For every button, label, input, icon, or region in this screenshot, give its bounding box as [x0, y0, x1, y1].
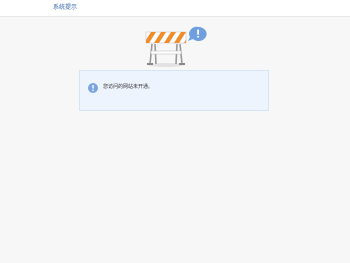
page-title: 系统提示 — [53, 4, 78, 11]
notice-message: 您访问的网站未开通。 — [103, 84, 154, 90]
construction-barrier-icon — [145, 26, 207, 67]
info-icon — [88, 83, 98, 93]
notice-box: 您访问的网站未开通。 — [79, 70, 269, 111]
exclamation-bubble-icon — [188, 26, 207, 41]
top-bar: 系统提示 — [0, 0, 350, 17]
